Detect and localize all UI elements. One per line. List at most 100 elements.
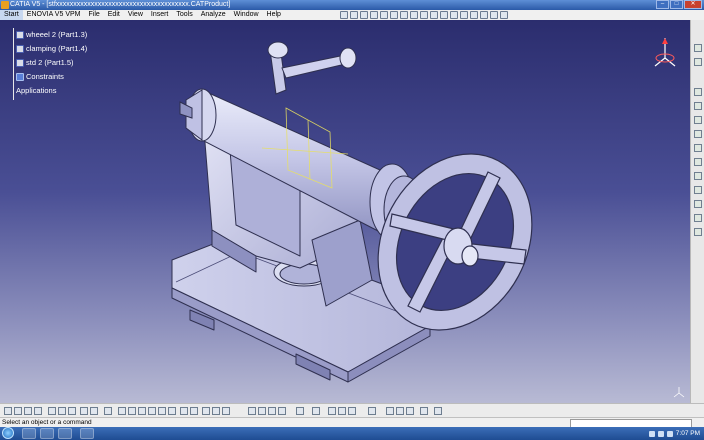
start-orb-icon[interactable] xyxy=(2,427,14,439)
tree-item-std[interactable]: std 2 (Part1.5) xyxy=(4,56,87,70)
tool-icon[interactable] xyxy=(430,11,438,19)
compass-icon[interactable] xyxy=(650,36,680,72)
browser-icon[interactable] xyxy=(40,428,54,439)
3d-viewport[interactable]: wheeel 2 (Part1.3) clamping (Part1.4) st… xyxy=(0,20,690,403)
tool-icon[interactable] xyxy=(480,11,488,19)
pan-icon[interactable] xyxy=(138,407,146,415)
tool-icon[interactable] xyxy=(694,214,702,222)
tool-icon[interactable] xyxy=(390,11,398,19)
tool-icon[interactable] xyxy=(694,172,702,180)
menu-enovia[interactable]: ENOVIA V5 VPM xyxy=(23,10,85,20)
volume-icon[interactable] xyxy=(657,430,664,437)
tailstock-model[interactable] xyxy=(0,20,690,403)
tool-icon[interactable] xyxy=(370,11,378,19)
tool-icon[interactable] xyxy=(694,228,702,236)
app-icon[interactable] xyxy=(80,428,94,439)
save-icon[interactable] xyxy=(24,407,32,415)
zoom-in-icon[interactable] xyxy=(158,407,166,415)
tool-icon[interactable] xyxy=(694,130,702,138)
clock[interactable]: 7:07 PM xyxy=(676,430,700,437)
hide-show-icon[interactable] xyxy=(212,407,220,415)
tool-icon[interactable] xyxy=(248,407,256,415)
tool-icon[interactable] xyxy=(694,88,702,96)
tool-icon[interactable] xyxy=(348,407,356,415)
tool-icon[interactable] xyxy=(694,116,702,124)
tool-icon[interactable] xyxy=(420,11,428,19)
tool-icon[interactable] xyxy=(268,407,276,415)
tool-icon[interactable] xyxy=(400,11,408,19)
view-icon[interactable] xyxy=(190,407,198,415)
menu-edit[interactable]: Edit xyxy=(104,10,124,20)
tool-icon[interactable] xyxy=(694,144,702,152)
tree-item-constraints[interactable]: Constraints xyxy=(4,70,87,84)
menu-window[interactable]: Window xyxy=(230,10,263,20)
flag-icon[interactable] xyxy=(666,430,673,437)
normal-view-icon[interactable] xyxy=(180,407,188,415)
explorer-icon[interactable] xyxy=(22,428,36,439)
rotate-icon[interactable] xyxy=(148,407,156,415)
menu-help[interactable]: Help xyxy=(263,10,285,20)
tool-icon[interactable] xyxy=(338,407,346,415)
print-icon[interactable] xyxy=(34,407,42,415)
help-icon[interactable] xyxy=(104,407,112,415)
tool-icon[interactable] xyxy=(396,407,404,415)
menu-start[interactable]: Start xyxy=(0,10,23,20)
tool-icon[interactable] xyxy=(694,186,702,194)
copy-icon[interactable] xyxy=(58,407,66,415)
tool-icon[interactable] xyxy=(328,407,336,415)
catia-taskbar-icon[interactable] xyxy=(58,428,72,439)
new-icon[interactable] xyxy=(4,407,12,415)
tool-icon[interactable] xyxy=(368,407,376,415)
tree-item-applications[interactable]: Applications xyxy=(4,84,87,98)
tool-icon[interactable] xyxy=(296,407,304,415)
catia-app-icon[interactable] xyxy=(1,1,9,9)
fly-mode-icon[interactable] xyxy=(118,407,126,415)
tool-icon[interactable] xyxy=(258,407,266,415)
redo-icon[interactable] xyxy=(90,407,98,415)
tool-icon[interactable] xyxy=(450,11,458,19)
menu-insert[interactable]: Insert xyxy=(147,10,173,20)
tool-icon[interactable] xyxy=(694,44,702,52)
tool-icon[interactable] xyxy=(380,11,388,19)
tool-icon[interactable] xyxy=(360,11,368,19)
tool-icon[interactable] xyxy=(312,407,320,415)
taskbar: 7:07 PM xyxy=(0,427,704,440)
minimize-button[interactable]: – xyxy=(656,0,669,9)
fit-all-icon[interactable] xyxy=(128,407,136,415)
cut-icon[interactable] xyxy=(48,407,56,415)
tool-icon[interactable] xyxy=(694,158,702,166)
tool-icon[interactable] xyxy=(694,200,702,208)
bottom-toolbar xyxy=(0,403,704,418)
tool-icon[interactable] xyxy=(350,11,358,19)
close-button[interactable]: ✕ xyxy=(684,0,702,9)
tool-icon[interactable] xyxy=(278,407,286,415)
zoom-out-icon[interactable] xyxy=(168,407,176,415)
menu-view[interactable]: View xyxy=(124,10,147,20)
menu-file[interactable]: File xyxy=(84,10,103,20)
tool-icon[interactable] xyxy=(420,407,428,415)
tool-icon[interactable] xyxy=(440,11,448,19)
open-icon[interactable] xyxy=(14,407,22,415)
tool-icon[interactable] xyxy=(490,11,498,19)
tool-icon[interactable] xyxy=(386,407,394,415)
tool-icon[interactable] xyxy=(470,11,478,19)
tool-icon[interactable] xyxy=(460,11,468,19)
tool-icon[interactable] xyxy=(340,11,348,19)
tool-icon[interactable] xyxy=(694,102,702,110)
tool-icon[interactable] xyxy=(434,407,442,415)
clamping-lever[interactable] xyxy=(267,41,357,95)
menu-analyze[interactable]: Analyze xyxy=(197,10,230,20)
tree-item-clamping[interactable]: clamping (Part1.4) xyxy=(4,42,87,56)
maximize-button[interactable]: □ xyxy=(670,0,683,9)
tool-icon[interactable] xyxy=(694,58,702,66)
swap-space-icon[interactable] xyxy=(222,407,230,415)
tool-icon[interactable] xyxy=(410,11,418,19)
network-icon[interactable] xyxy=(648,430,655,437)
tool-icon[interactable] xyxy=(500,11,508,19)
undo-icon[interactable] xyxy=(80,407,88,415)
menu-tools[interactable]: Tools xyxy=(172,10,196,20)
shading-icon[interactable] xyxy=(202,407,210,415)
tree-item-wheel[interactable]: wheeel 2 (Part1.3) xyxy=(4,28,87,42)
tool-icon[interactable] xyxy=(406,407,414,415)
paste-icon[interactable] xyxy=(68,407,76,415)
